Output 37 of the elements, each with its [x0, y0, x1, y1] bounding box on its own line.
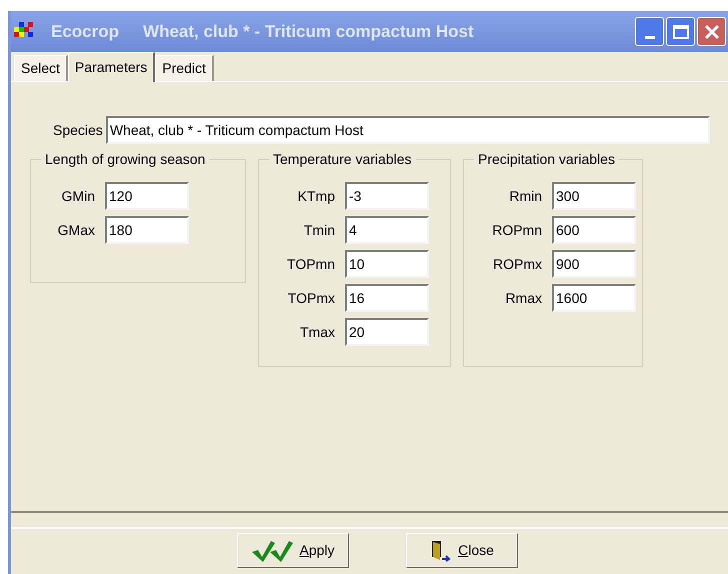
- number-field[interactable]: 10: [345, 250, 429, 278]
- field-label: Tmin: [302, 220, 335, 240]
- field-label: Rmin: [508, 186, 542, 206]
- number-field[interactable]: 16: [345, 284, 429, 312]
- number-field[interactable]: 300: [552, 182, 636, 210]
- number-field[interactable]: 120: [105, 182, 189, 210]
- field-label: Tmax: [299, 322, 335, 342]
- number-field[interactable]: 600: [552, 216, 636, 244]
- number-field[interactable]: 900: [552, 250, 636, 278]
- maximize-button[interactable]: [666, 17, 695, 46]
- field-label: ROPmn: [491, 220, 542, 240]
- field-label: GMax: [56, 220, 95, 240]
- close-icon: [704, 24, 720, 40]
- field-label: Rmax: [504, 288, 542, 308]
- tab[interactable]: Parameters: [68, 52, 156, 82]
- field-label: KTmp: [296, 186, 335, 206]
- app-name: Ecocrop: [51, 20, 120, 43]
- species-field[interactable]: Wheat, club * - Triticum compactum Host: [106, 116, 710, 144]
- number-field[interactable]: 20: [345, 318, 429, 346]
- close-button[interactable]: [697, 17, 726, 46]
- tab[interactable]: Select: [14, 55, 68, 81]
- field-label: Species: [53, 120, 103, 140]
- number-field[interactable]: 1600: [552, 284, 636, 312]
- window-title: Wheat, club * - Triticum compactum Host: [143, 20, 474, 43]
- apply-button[interactable]: Apply: [237, 533, 349, 568]
- field-label: GMin: [60, 186, 95, 206]
- field-label: TOPmx: [286, 288, 335, 308]
- field-label: TOPmn: [286, 254, 335, 274]
- close-dialog-button[interactable]: Close: [406, 533, 518, 568]
- number-field[interactable]: 4: [345, 216, 429, 244]
- number-field[interactable]: 180: [105, 216, 189, 244]
- field-label: ROPmx: [492, 254, 542, 274]
- tab[interactable]: Predict: [155, 55, 214, 81]
- number-field[interactable]: -3: [345, 182, 429, 210]
- minimize-button[interactable]: [635, 17, 664, 46]
- double-check-icon: [251, 538, 294, 562]
- door-icon: [430, 538, 452, 562]
